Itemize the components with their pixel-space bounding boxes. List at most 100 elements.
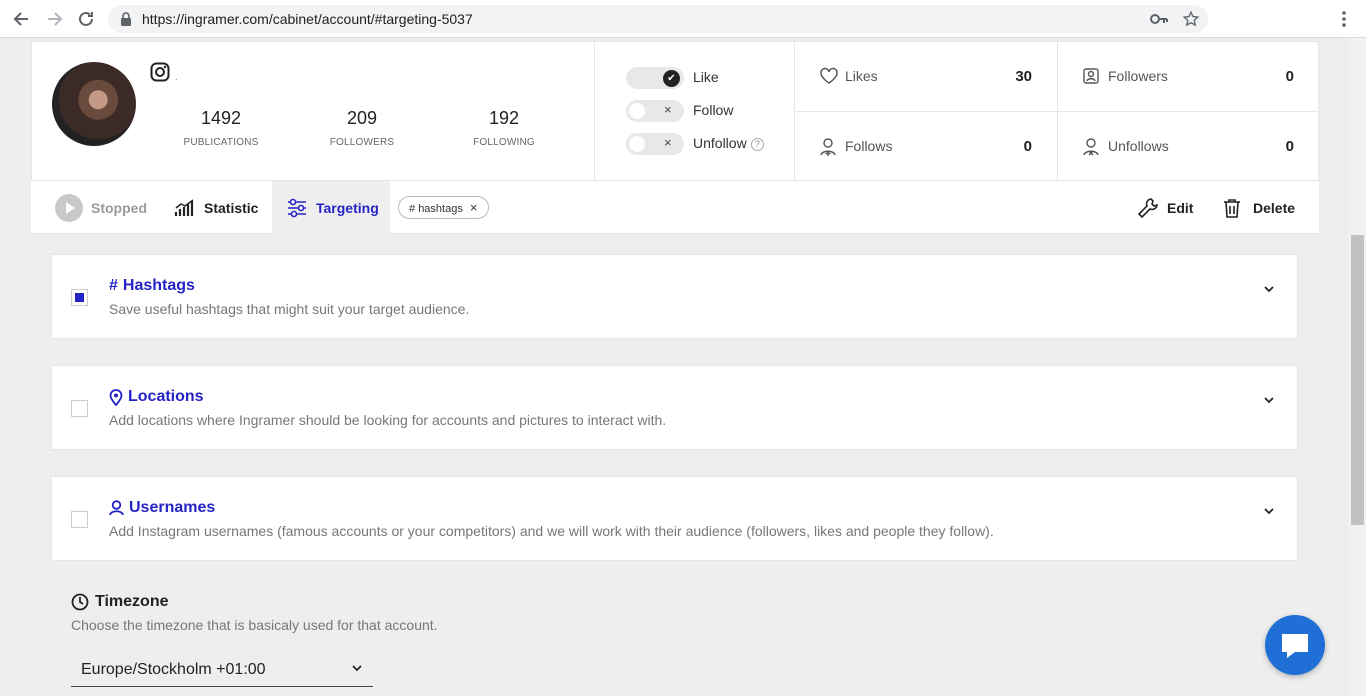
- chart-icon: [174, 198, 194, 216]
- forward-icon[interactable]: [44, 9, 64, 29]
- x-icon: ×: [664, 135, 672, 150]
- hashtags-panel[interactable]: # Hashtags Save useful hashtags that mig…: [51, 254, 1298, 339]
- address-bar[interactable]: https://ingramer.com/cabinet/account/#ta…: [108, 5, 1208, 33]
- metrics-grid: Likes 30 Followers 0 Follows 0 Unfollows…: [795, 42, 1319, 182]
- check-icon: ✔: [663, 70, 680, 87]
- chat-button[interactable]: [1265, 615, 1325, 675]
- panel-title-text: Usernames: [129, 499, 216, 516]
- timezone-title: Timezone: [71, 593, 169, 611]
- tab-statistic[interactable]: Statistic: [174, 181, 258, 234]
- metric-value: 0: [1285, 138, 1294, 155]
- filter-chip[interactable]: # hashtags ×: [398, 196, 489, 219]
- browser-toolbar: https://ingramer.com/cabinet/account/#ta…: [0, 0, 1366, 38]
- chevron-down-icon[interactable]: [1263, 285, 1275, 293]
- menu-icon[interactable]: [1336, 10, 1352, 28]
- url-text: https://ingramer.com/cabinet/account/#ta…: [142, 11, 473, 27]
- stat-value: 1492: [200, 108, 242, 128]
- tab-label: Statistic: [204, 199, 259, 216]
- metric-followers: Followers 0: [1058, 42, 1319, 112]
- metric-likes: Likes 30: [795, 42, 1058, 112]
- account-header: . 1492 PUBLICATIONS 209 FOLLOWERS 192 FO…: [31, 41, 1319, 182]
- unfollow-text: Unfollow: [693, 135, 747, 151]
- panel-title: Locations: [109, 388, 204, 406]
- panel-description: Save useful hashtags that might suit you…: [109, 301, 470, 317]
- back-icon[interactable]: [12, 9, 32, 29]
- stat-following: 192 FOLLOWING: [449, 108, 559, 148]
- metric-follows: Follows 0: [795, 112, 1058, 182]
- chevron-down-icon[interactable]: [1263, 396, 1275, 404]
- trash-icon: [1224, 198, 1240, 218]
- stat-label: FOLLOWERS: [329, 137, 395, 148]
- panel-title: # Hashtags: [109, 277, 195, 295]
- tab-label: Stopped: [91, 199, 147, 216]
- followers-icon: [1083, 68, 1099, 84]
- hash-icon: #: [109, 277, 118, 294]
- location-pin-icon: [109, 388, 123, 406]
- follow-toggle[interactable]: ×: [626, 100, 684, 122]
- tab-targeting[interactable]: Targeting: [272, 181, 390, 234]
- metric-value: 0: [1285, 68, 1294, 85]
- like-toggle[interactable]: ✔: [626, 67, 684, 89]
- metric-label: Unfollows: [1108, 138, 1169, 154]
- star-icon[interactable]: [1182, 10, 1200, 28]
- scrollbar-thumb[interactable]: [1351, 235, 1364, 525]
- panel-description: Add locations where Ingramer should be l…: [109, 412, 667, 428]
- stat-publications: 1492 PUBLICATIONS: [166, 108, 276, 148]
- close-icon[interactable]: ×: [470, 200, 478, 215]
- timezone-title-text: Timezone: [95, 593, 169, 610]
- stat-label: FOLLOWING: [473, 137, 535, 148]
- lock-icon: [121, 12, 131, 26]
- clock-icon: [71, 593, 89, 611]
- timezone-value: Europe/Stockholm +01:00: [81, 661, 266, 678]
- tab-stopped[interactable]: Stopped: [55, 181, 147, 234]
- follow-label: Follow: [693, 102, 734, 118]
- unfollow-user-icon: [1083, 138, 1099, 156]
- chevron-down-icon[interactable]: [1263, 507, 1275, 515]
- delete-button[interactable]: Delete: [1221, 181, 1295, 234]
- help-icon[interactable]: ?: [750, 138, 764, 151]
- avatar[interactable]: [52, 62, 136, 146]
- locations-checkbox[interactable]: [71, 400, 88, 417]
- reload-icon[interactable]: [76, 9, 96, 29]
- profile-section: . 1492 PUBLICATIONS 209 FOLLOWERS 192 FO…: [32, 42, 595, 181]
- metric-label: Follows: [845, 138, 893, 154]
- stat-value: 192: [488, 108, 520, 128]
- account-tabs: Stopped Statistic Targeting # hashtags ×…: [31, 181, 1319, 234]
- stat-label: PUBLICATIONS: [183, 137, 259, 148]
- follow-user-icon: [820, 138, 836, 156]
- panel-title-text: Hashtags: [122, 277, 195, 294]
- tab-label: Targeting: [316, 199, 379, 216]
- unfollow-label: Unfollow?: [693, 135, 764, 151]
- username: .: [175, 72, 178, 83]
- chat-bubble-icon: [1282, 634, 1308, 658]
- metric-unfollows: Unfollows 0: [1058, 112, 1319, 182]
- panel-title: Usernames: [109, 499, 215, 517]
- hash-icon: #: [409, 203, 416, 215]
- panel-description: Add Instagram usernames (famous accounts…: [109, 523, 994, 539]
- usernames-checkbox[interactable]: [71, 511, 88, 528]
- key-icon[interactable]: [1150, 12, 1168, 26]
- metric-label: Followers: [1108, 68, 1168, 84]
- timezone-description: Choose the timezone that is basicaly use…: [71, 617, 438, 633]
- usernames-panel[interactable]: Usernames Add Instagram usernames (famou…: [51, 476, 1298, 561]
- account-card: . 1492 PUBLICATIONS 209 FOLLOWERS 192 FO…: [31, 41, 1319, 696]
- toggle-knob: [629, 103, 645, 119]
- user-icon: [109, 500, 124, 516]
- play-icon: [55, 193, 83, 222]
- metric-value: 0: [1023, 138, 1032, 155]
- instagram-icon[interactable]: [150, 62, 170, 82]
- x-icon: ×: [664, 102, 672, 117]
- heart-icon: [820, 67, 838, 84]
- locations-panel[interactable]: Locations Add locations where Ingramer s…: [51, 365, 1298, 450]
- like-label: Like: [693, 69, 719, 85]
- page-scrollbar[interactable]: [1349, 38, 1366, 696]
- edit-label: Edit: [1167, 199, 1194, 216]
- edit-button[interactable]: Edit: [1137, 181, 1193, 234]
- timezone-select[interactable]: Europe/Stockholm +01:00: [71, 654, 373, 687]
- stat-followers: 209 FOLLOWERS: [307, 108, 417, 148]
- sliders-icon: [288, 198, 306, 217]
- hashtags-checkbox[interactable]: [71, 289, 88, 306]
- unfollow-toggle[interactable]: ×: [626, 133, 684, 155]
- metric-label: Likes: [845, 68, 878, 84]
- delete-label: Delete: [1253, 199, 1296, 216]
